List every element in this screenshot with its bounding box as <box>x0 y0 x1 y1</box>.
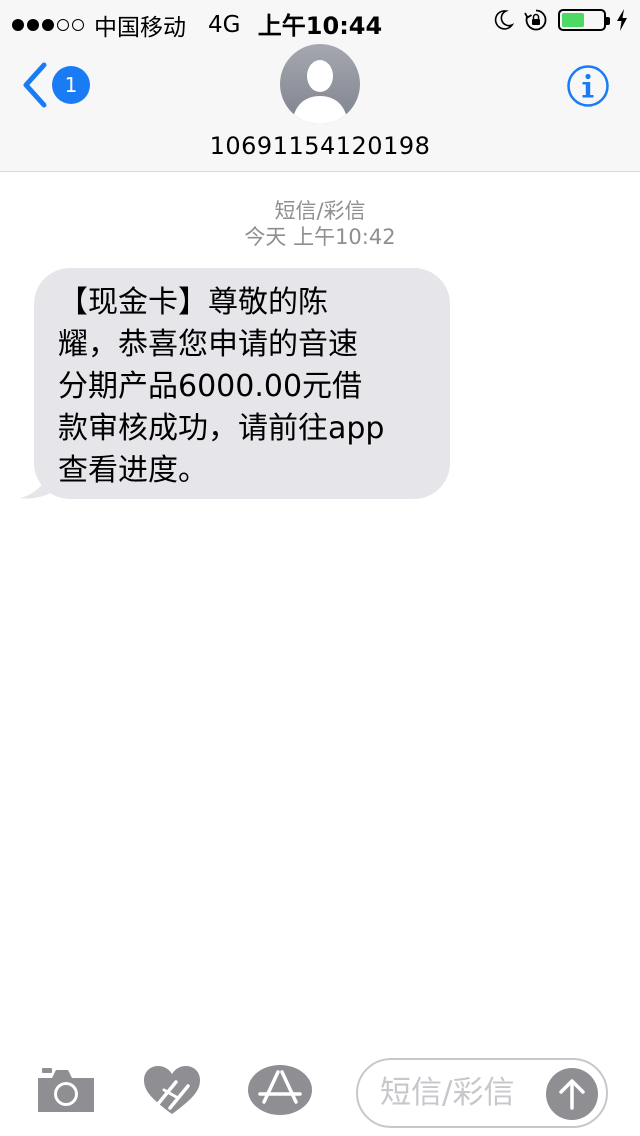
moon-icon <box>494 10 514 30</box>
digital-touch-heart-icon[interactable] <box>140 1064 204 1116</box>
camera-icon[interactable] <box>34 1064 98 1116</box>
info-icon[interactable] <box>566 64 610 108</box>
messages-screen: 中国移动 4G 上午10:44 1 10691154120198 短信/彩信 今… <box>0 0 640 1136</box>
message-line: 款审核成功，请前往app <box>58 411 385 446</box>
message-type-label: 短信/彩信 <box>274 199 366 223</box>
message-line: 查看进度。 <box>58 453 208 488</box>
message-line: 【现金卡】尊敬的陈 <box>58 285 328 320</box>
battery-icon <box>558 9 610 31</box>
arrow-up-icon <box>559 1079 585 1110</box>
rotation-lock-icon <box>524 9 547 31</box>
send-button[interactable] <box>546 1068 598 1120</box>
message-timestamp: 今天 上午10:42 <box>244 225 396 249</box>
message-bubble[interactable]: 【现金卡】尊敬的陈 耀，恭喜您申请的音速 分期产品6000.00元借 款审核成功… <box>34 268 450 499</box>
status-bar: 中国移动 4G 上午10:44 <box>0 0 640 41</box>
contact-number[interactable]: 10691154120198 <box>210 132 431 160</box>
message-line: 分期产品6000.00元借 <box>58 369 363 404</box>
battery-level <box>562 13 584 27</box>
app-store-icon[interactable] <box>248 1064 312 1116</box>
message-line: 耀，恭喜您申请的音速 <box>58 327 358 362</box>
contact-avatar[interactable] <box>280 44 360 124</box>
charging-bolt-icon <box>617 9 627 31</box>
compose-bar <box>0 1044 640 1136</box>
message-input-box[interactable] <box>356 1058 608 1128</box>
conversation-header: 1 10691154120198 <box>0 40 640 172</box>
person-silhouette-icon <box>292 60 348 124</box>
message-input[interactable] <box>380 1070 540 1116</box>
